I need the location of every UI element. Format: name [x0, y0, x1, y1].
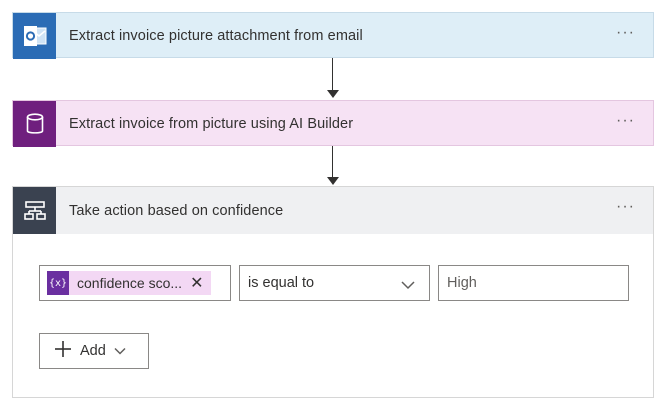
more-options-icon[interactable]: ··· [616, 24, 635, 42]
add-label: Add [80, 343, 106, 359]
outlook-icon [13, 13, 56, 59]
operator-dropdown[interactable]: is equal to [239, 265, 430, 301]
more-options-icon[interactable]: ··· [616, 198, 635, 216]
step-header[interactable]: Take action based on confidence ··· [13, 187, 653, 234]
condition-left-operand[interactable]: {x} confidence sco... ✕ [39, 265, 231, 301]
token-label: confidence sco... [77, 275, 183, 291]
operator-value: is equal to [248, 275, 315, 291]
step-header[interactable]: Extract invoice picture attachment from … [13, 13, 653, 59]
connector-line [332, 146, 333, 178]
add-condition-button[interactable]: Add [39, 333, 149, 369]
database-icon [13, 101, 56, 147]
plus-icon [54, 340, 72, 362]
condition-icon [13, 187, 56, 234]
chevron-down-icon [114, 342, 126, 360]
step-card-extract-attachment[interactable]: Extract invoice picture attachment from … [12, 12, 654, 59]
step-header[interactable]: Extract invoice from picture using AI Bu… [13, 101, 653, 147]
step-card-ai-builder[interactable]: Extract invoice from picture using AI Bu… [12, 100, 654, 147]
step-title: Extract invoice from picture using AI Bu… [69, 116, 354, 132]
step-card-condition[interactable]: Take action based on confidence ··· {x} … [12, 186, 654, 398]
dynamic-content-token[interactable]: {x} confidence sco... ✕ [47, 271, 212, 295]
step-title: Take action based on confidence [69, 202, 284, 219]
condition-value-input[interactable]: High [438, 265, 629, 301]
step-title: Extract invoice picture attachment from … [69, 28, 363, 44]
chevron-down-icon[interactable] [401, 277, 415, 295]
value-placeholder: High [447, 275, 477, 291]
arrow-down-icon [327, 90, 339, 98]
arrow-down-icon [327, 177, 339, 185]
connector-line [332, 58, 333, 92]
variable-icon: {x} [47, 271, 69, 295]
remove-token-icon[interactable]: ✕ [190, 273, 203, 293]
more-options-icon[interactable]: ··· [616, 112, 635, 130]
